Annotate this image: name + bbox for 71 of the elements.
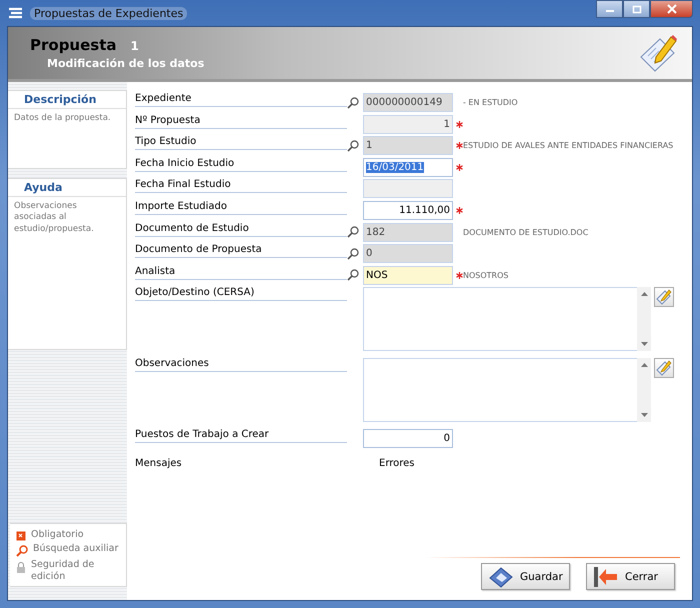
scroll-down-icon[interactable] [640, 342, 648, 348]
label-text: Puestos de Trabajo a Crear [135, 428, 269, 440]
search-icon[interactable] [347, 140, 359, 152]
label-text: Fecha Inicio Estudio [135, 158, 234, 169]
label-text: Observaciones [135, 358, 209, 369]
required-icon [456, 142, 463, 150]
header-subtitle: Modificación de los datos [47, 57, 204, 70]
input-field[interactable]: 11.110,00 [363, 200, 453, 220]
input-field[interactable]: 182 [363, 222, 453, 242]
search-icon[interactable] [347, 269, 359, 282]
minimize-button[interactable] [596, 0, 623, 18]
maximize-button[interactable] [623, 0, 650, 18]
field-note: DOCUMENTO DE ESTUDIO.DOC [463, 226, 590, 239]
required-icon [456, 164, 463, 171]
panel-title: Descripción [8, 91, 126, 109]
input-field[interactable]: 0 [363, 428, 453, 448]
legend-label: Obligatorio [31, 529, 84, 542]
required-icon [456, 120, 463, 128]
panel-text: Datos de la propuesta. [13, 112, 112, 125]
input-field[interactable] [363, 179, 453, 198]
input-field[interactable]: 0 [363, 244, 453, 264]
diamond-icon [488, 566, 514, 588]
label-text: Importe Estudiado [135, 200, 228, 212]
input-field[interactable]: NOS [363, 266, 453, 285]
label-text: Nº Propuesta [135, 114, 200, 126]
edit-button[interactable] [654, 287, 674, 308]
legend-label: Seguridad de edición [31, 559, 96, 583]
field-note: ESTUDIO DE AVALES ANTE ENTIDADES FINANCIERAS [463, 140, 674, 152]
required-icon [456, 272, 463, 279]
status-label: Errores [379, 458, 415, 470]
search-icon[interactable] [347, 226, 359, 238]
label-text: Analista [135, 266, 176, 277]
input-field[interactable]: 1 [363, 114, 453, 134]
scroll-up-icon[interactable] [640, 362, 648, 367]
header-title: Propuesta [30, 36, 117, 54]
label-text: Expediente [135, 93, 192, 104]
search-icon[interactable] [347, 248, 359, 260]
field-note: - EN ESTUDIO [463, 97, 519, 109]
label-text: Documento de Estudio [135, 222, 249, 234]
proposal-number: 1 [130, 39, 139, 53]
app-icon [8, 7, 24, 19]
label-text: Fecha Final Estudio [135, 179, 231, 190]
search-icon [16, 545, 28, 558]
field-note: NOSOTROS [463, 270, 510, 282]
lock-icon [16, 561, 26, 574]
input-field[interactable]: 16/03/2011 [363, 158, 453, 177]
label-text: Tipo Estudio [135, 136, 196, 148]
close-button[interactable]: Cerrar [586, 563, 675, 590]
scroll-down-icon[interactable] [640, 412, 648, 418]
required-icon [456, 206, 463, 214]
maximize-icon [632, 4, 642, 14]
window-title: Propuestas de Expedientes [30, 6, 188, 20]
panel-text: Observaciones asociadas al estudio/propuesta. [13, 200, 95, 236]
save-button[interactable]: Guardar [481, 563, 570, 590]
exit-arrow-icon [593, 566, 619, 588]
scroll-up-icon[interactable] [640, 291, 648, 296]
label-text: Objeto/Destino (CERSA) [135, 287, 254, 298]
close-button[interactable] [650, 0, 693, 18]
panel-title: Ayuda [8, 179, 126, 197]
edit-button[interactable] [654, 358, 674, 378]
input-field[interactable]: 1 [363, 136, 453, 156]
required-icon [16, 531, 26, 542]
close-icon [666, 4, 678, 14]
label-text: Documento de Propuesta [135, 244, 262, 256]
scrollbar[interactable] [637, 287, 651, 352]
search-icon[interactable] [347, 96, 359, 108]
edit-document-icon [638, 33, 678, 73]
legend-label: Búsqueda auxiliar [33, 543, 118, 556]
status-label: Mensajes [135, 458, 183, 470]
scrollbar[interactable] [637, 358, 651, 422]
input-field[interactable]: 000000000149 [363, 93, 453, 112]
